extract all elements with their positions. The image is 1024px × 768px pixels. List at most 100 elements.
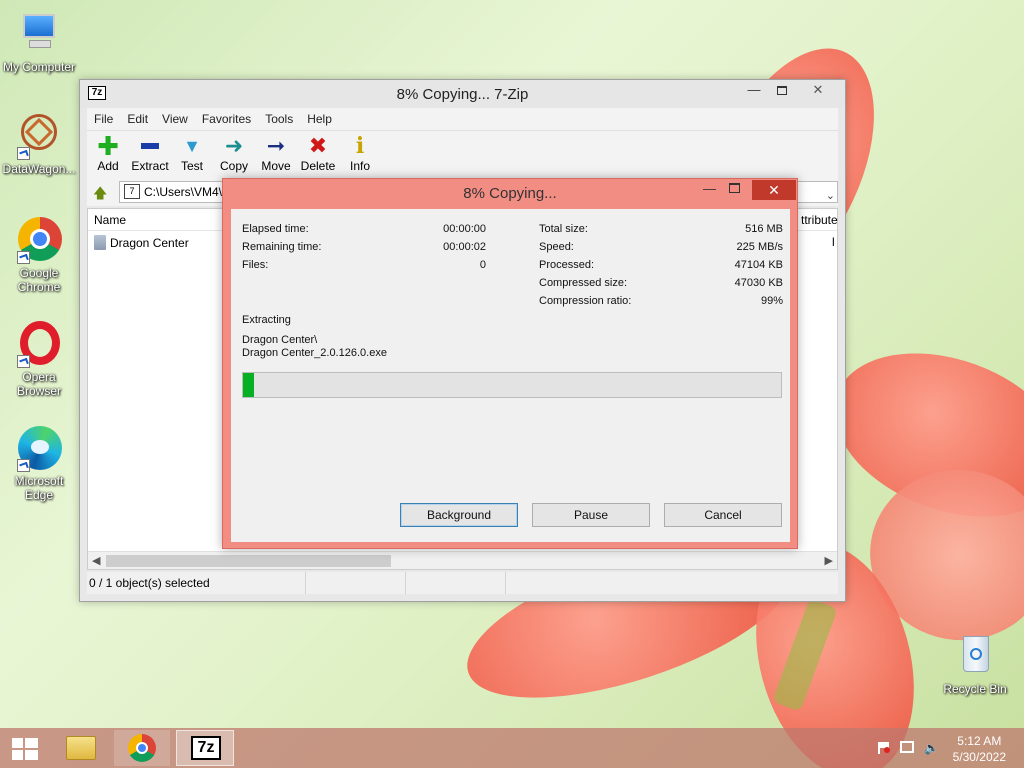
close-button[interactable]: ✕ [796,80,840,100]
dialog-body: Elapsed time: 00:00:00 Remaining time: 0… [231,209,790,542]
desktop-icon-label: Microsoft Edge [14,474,64,502]
progress-bar [242,372,782,398]
delete-label: Delete [300,159,336,173]
shortcut-arrow-icon [17,147,30,160]
close-icon: ✕ [768,182,780,198]
delete-button[interactable]: ✖ Delete [297,131,339,178]
shortcut-arrow-icon [17,355,30,368]
shortcut-arrow-icon [17,251,30,264]
remaining-value: 00:00:02 [443,241,486,253]
list-item[interactable]: Dragon Center [94,235,189,250]
menu-tools[interactable]: Tools [258,112,300,126]
test-label: Test [180,159,203,173]
files-label: Files: [242,259,269,271]
archive-icon: 7 [124,184,140,199]
dialog-close-button[interactable]: ✕ [752,180,796,200]
seven-zip-icon: 7z [191,736,221,760]
pause-button[interactable]: Pause [532,503,650,527]
menu-edit[interactable]: Edit [120,112,155,126]
progress-fill [243,373,254,397]
scroll-right-icon[interactable]: ▶ [825,554,833,567]
chevron-down-icon[interactable]: ⌄ [826,186,835,206]
compression-ratio-value: 99% [760,295,783,307]
start-button[interactable] [4,730,44,766]
dialog-maximize-button[interactable] [729,183,740,193]
taskbar: 7z 🔈 5:12 AM 5/30/2022 [0,728,1024,768]
compressed-size-label: Compressed size: [539,277,628,289]
computer-icon [15,10,63,58]
menu-help[interactable]: Help [300,112,339,126]
up-folder-icon[interactable]: 🡅 [93,183,109,201]
chrome-icon [15,216,63,264]
delete-x-icon: ✖ [308,133,328,158]
add-button[interactable]: ✚ Add [87,131,129,178]
column-header-name[interactable]: Name [94,213,126,227]
folder-icon [66,736,96,760]
desktop-icon-edge[interactable]: Microsoft Edge [1,424,77,502]
windows-logo-icon [12,738,38,760]
desktop-icon-label: My Computer [2,60,76,74]
total-size-label: Total size: [539,223,588,235]
operation-label: Extracting [242,314,291,326]
background-button[interactable]: Background [400,503,518,527]
volume-muted-icon[interactable]: 🔈 [924,741,939,755]
desktop-icon-datawagon[interactable]: DataWagon... [1,112,77,176]
maximize-button[interactable] [772,80,792,100]
copy-label: Copy [219,159,248,173]
copy-arrow-icon: ➜ [224,133,244,158]
compressed-size-value: 47030 KB [734,277,783,289]
scroll-left-icon[interactable]: ◀ [92,554,100,567]
desktop-icon-opera[interactable]: Opera Browser [1,320,77,398]
recycle-bin-icon [951,632,999,680]
copy-button[interactable]: ➜ Copy [213,131,255,178]
flag-icon[interactable] [878,742,890,754]
desktop-icon-label: Recycle Bin [943,682,1007,696]
status-panel [506,572,606,594]
move-button[interactable]: ➞ Move [255,131,297,178]
window-title: 8% Copying... 7-Zip [396,86,529,103]
speed-value: 225 MB/s [736,241,783,253]
desktop-icon-google-chrome[interactable]: Google Chrome [1,216,77,294]
cancel-button[interactable]: Cancel [664,503,782,527]
menu-view[interactable]: View [155,112,195,126]
maximize-icon [777,86,787,95]
list-cell-attribute: l [832,235,835,249]
dialog-minimize-button[interactable]: — [703,181,716,196]
status-panel [306,572,406,594]
title-bar[interactable]: 7z 8% Copying... 7-Zip — ✕ [80,80,845,108]
status-panel [406,572,506,594]
extract-button[interactable]: Extract [129,131,171,178]
opera-icon [15,320,63,368]
horizontal-scrollbar[interactable]: ◀ ▶ [88,551,837,569]
toolbar: ✚ Add Extract ▼ Test ➜ Copy ➞ Move ✖ Del… [87,130,838,178]
edge-icon [15,424,63,472]
compression-ratio-label: Compression ratio: [539,295,632,307]
folder-icon [94,235,106,250]
address-path: C:\Users\VM4\ [144,185,223,199]
info-button[interactable]: i Info [339,131,381,178]
remaining-label: Remaining time: [242,241,322,253]
extract-label: Extract [131,159,169,173]
network-icon[interactable] [900,741,914,753]
desktop-icon-my-computer[interactable]: My Computer [1,10,77,74]
taskbar-chrome[interactable] [114,730,170,766]
taskbar-7zip[interactable]: 7z [176,730,234,766]
desktop-icon-recycle-bin[interactable]: Recycle Bin [937,632,1013,696]
item-name: Dragon Center [110,236,189,250]
menu-file[interactable]: File [87,112,120,126]
close-icon: ✕ [812,82,824,97]
clock[interactable]: 5:12 AM 5/30/2022 [953,733,1006,765]
info-label: Info [349,159,370,173]
elapsed-value: 00:00:00 [443,223,486,235]
column-header-attributes[interactable]: ttribute [801,213,838,227]
menu-favorites[interactable]: Favorites [195,112,258,126]
status-bar: 0 / 1 object(s) selected [87,572,838,594]
taskbar-file-explorer[interactable] [58,730,104,766]
scrollbar-thumb[interactable] [106,555,391,567]
test-button[interactable]: ▼ Test [171,131,213,178]
minimize-button[interactable]: — [744,80,764,100]
move-arrow-icon: ➞ [266,133,286,158]
shortcut-arrow-icon [17,459,30,472]
menu-bar: File Edit View Favorites Tools Help [87,108,838,130]
progress-dialog: 8% Copying... — ✕ Elapsed time: 00:00:00… [222,178,798,549]
